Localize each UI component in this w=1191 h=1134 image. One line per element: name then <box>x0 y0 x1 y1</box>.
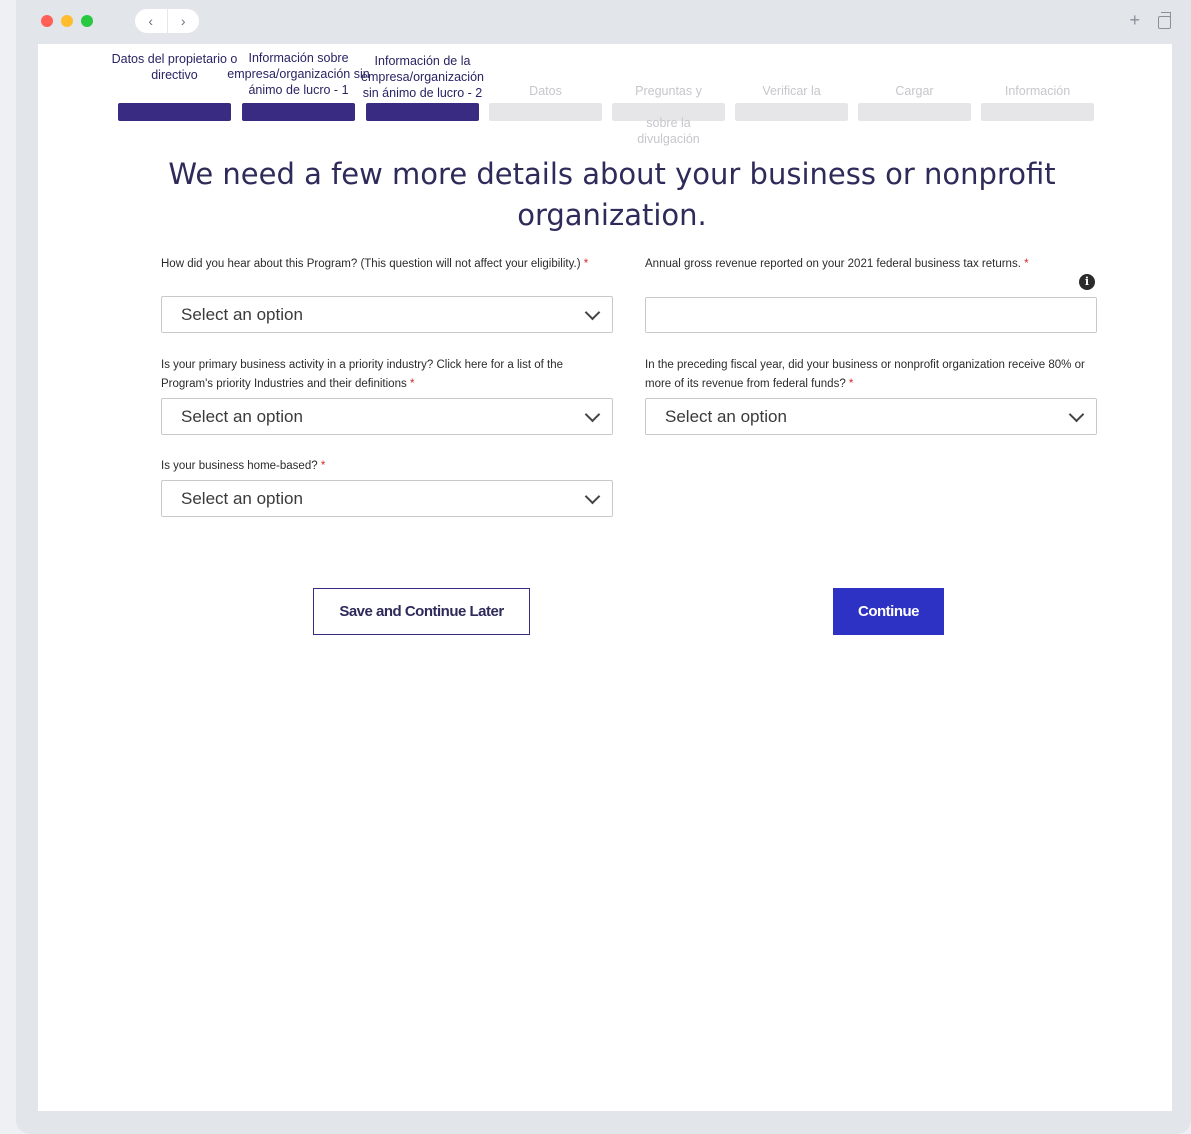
page-content: Datos del propietario o directivo Inform… <box>38 44 1172 1111</box>
gross-revenue-input[interactable] <box>645 297 1097 333</box>
step-label-cont: sobre la <box>646 116 691 130</box>
tab-overview-button[interactable] <box>1158 10 1171 31</box>
step-label: Información sobre empresa/organización s… <box>227 51 370 97</box>
step-bar <box>981 103 1094 121</box>
home-based-label-text: Is your business home-based? <box>161 460 318 472</box>
save-continue-later-button[interactable]: Save and Continue Later <box>313 588 530 635</box>
back-button[interactable]: ‹ <box>135 9 168 33</box>
chevron-left-icon: ‹ <box>148 13 154 29</box>
continue-button[interactable]: Continue <box>833 588 944 635</box>
required-mark: * <box>409 378 415 390</box>
priority-industry-select[interactable]: Select an option <box>161 398 613 435</box>
step-label: Información de la empresa/organización s… <box>361 54 484 100</box>
home-based-label: Is your business home-based? * <box>161 457 601 476</box>
step-bar <box>735 103 848 121</box>
select-value: Select an option <box>665 406 787 426</box>
federal-funds-select[interactable]: Select an option <box>645 398 1097 435</box>
browser-titlebar: ‹ › + <box>16 0 1191 42</box>
new-tab-button[interactable]: + <box>1129 10 1140 31</box>
chevron-down-icon <box>584 488 601 505</box>
tabs-icon <box>1158 12 1171 29</box>
required-mark: * <box>848 378 854 390</box>
select-value: Select an option <box>181 304 303 324</box>
federal-funds-label-text: In the preceding fiscal year, did your b… <box>645 359 1085 390</box>
step-label: Información <box>1004 84 1071 98</box>
step-bar <box>366 103 479 121</box>
step-label: Cargar <box>895 84 934 98</box>
hear-about-select[interactable]: Select an option <box>161 296 613 333</box>
step-label: Preguntas y <box>635 84 702 98</box>
forward-button[interactable]: › <box>168 9 200 33</box>
step-bar <box>489 103 602 121</box>
step-bar <box>118 103 231 121</box>
required-mark: * <box>1024 258 1029 270</box>
info-icon[interactable]: i <box>1079 274 1095 290</box>
select-value: Select an option <box>181 406 303 426</box>
priority-industry-link[interactable]: Is your primary business activity in a p… <box>161 359 563 390</box>
priority-industry-label: Is your primary business activity in a p… <box>161 356 613 394</box>
chevron-down-icon <box>584 406 601 423</box>
chevron-right-icon: › <box>180 13 186 29</box>
step-label: Datos <box>529 84 562 98</box>
home-based-select[interactable]: Select an option <box>161 480 613 517</box>
federal-funds-label: In the preceding fiscal year, did your b… <box>645 356 1085 394</box>
plus-icon: + <box>1129 10 1140 30</box>
browser-window: ‹ › + Datos del propietario o directivo … <box>16 0 1191 1134</box>
required-mark: * <box>583 258 589 270</box>
gross-revenue-label: Annual gross revenue reported on your 20… <box>645 255 1105 274</box>
maximize-window-button[interactable] <box>81 15 93 27</box>
close-window-button[interactable] <box>41 15 53 27</box>
minimize-window-button[interactable] <box>61 15 73 27</box>
step-bar <box>242 103 355 121</box>
step-label: Verificar la <box>762 84 821 98</box>
chevron-down-icon <box>1068 406 1085 423</box>
page-title: We need a few more details about your bu… <box>168 157 1056 232</box>
history-nav: ‹ › <box>135 9 199 33</box>
select-value: Select an option <box>181 488 303 508</box>
hear-about-label-text: How did you hear about this Program? (Th… <box>161 258 581 270</box>
chevron-down-icon <box>584 304 601 321</box>
gross-revenue-label-text: Annual gross revenue reported on your 20… <box>645 258 1021 270</box>
required-mark: * <box>320 460 326 472</box>
step-bar <box>858 103 971 121</box>
hear-about-label: How did you hear about this Program? (Th… <box>161 255 601 274</box>
step-label-cont: divulgación <box>637 132 700 146</box>
